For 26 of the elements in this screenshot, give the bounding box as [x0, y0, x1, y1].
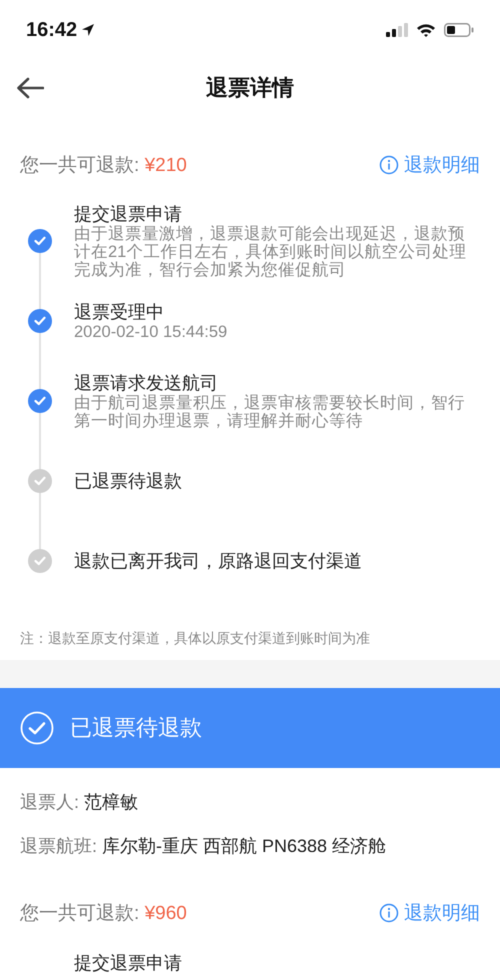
refund-note: 注：退款至原支付渠道，具体以原支付渠道到账时间为准 [19, 629, 371, 648]
step-detail: 由于退票量激增，退票退款可能会出现延迟，退款预计在21个工作日左右，具体到账时间以航空公司处理完成为准，智行会加紧为您催促航司 [74, 225, 468, 279]
info-icon [379, 903, 399, 923]
step-title: 提交退票申请 [74, 952, 182, 974]
step-title: 退票受理中 [74, 301, 165, 323]
battery-icon [444, 23, 474, 37]
flight-info: 退票航班: 库尔勒-重庆 西部航 PN6388 经济舱 [20, 835, 386, 858]
check-circle-icon [20, 711, 54, 745]
step-title: 已退票待退款 [74, 470, 182, 492]
step-title: 退票请求发送航司 [74, 372, 219, 394]
location-arrow-icon [81, 23, 96, 37]
refund-detail-link[interactable]: 退款明细 [379, 152, 480, 178]
refund-detail-link[interactable]: 退款明细 [379, 900, 480, 926]
info-icon [379, 155, 399, 175]
refund-total: 您一共可退款: ¥960 [20, 902, 187, 926]
page-title: 退票详情 [206, 74, 294, 102]
step-detail: 由于航司退票量积压，退票审核需要较长时间，智行第一时间办理退票，请理解并耐心等待 [74, 394, 466, 430]
step-title: 退款已离开我司，原路退回支付渠道 [74, 550, 362, 572]
signal-icon [386, 23, 408, 37]
step-title: 提交退票申请 [74, 203, 183, 225]
status-title: 已退票待退款 [70, 714, 202, 742]
wifi-icon [416, 23, 436, 37]
refund-total: 您一共可退款: ¥210 [20, 154, 187, 178]
status-time: 16:42 [26, 18, 78, 42]
passenger-info: 退票人: 范樟敏 [20, 791, 138, 814]
step-detail: 2020-02-10 15:44:59 [74, 323, 228, 341]
